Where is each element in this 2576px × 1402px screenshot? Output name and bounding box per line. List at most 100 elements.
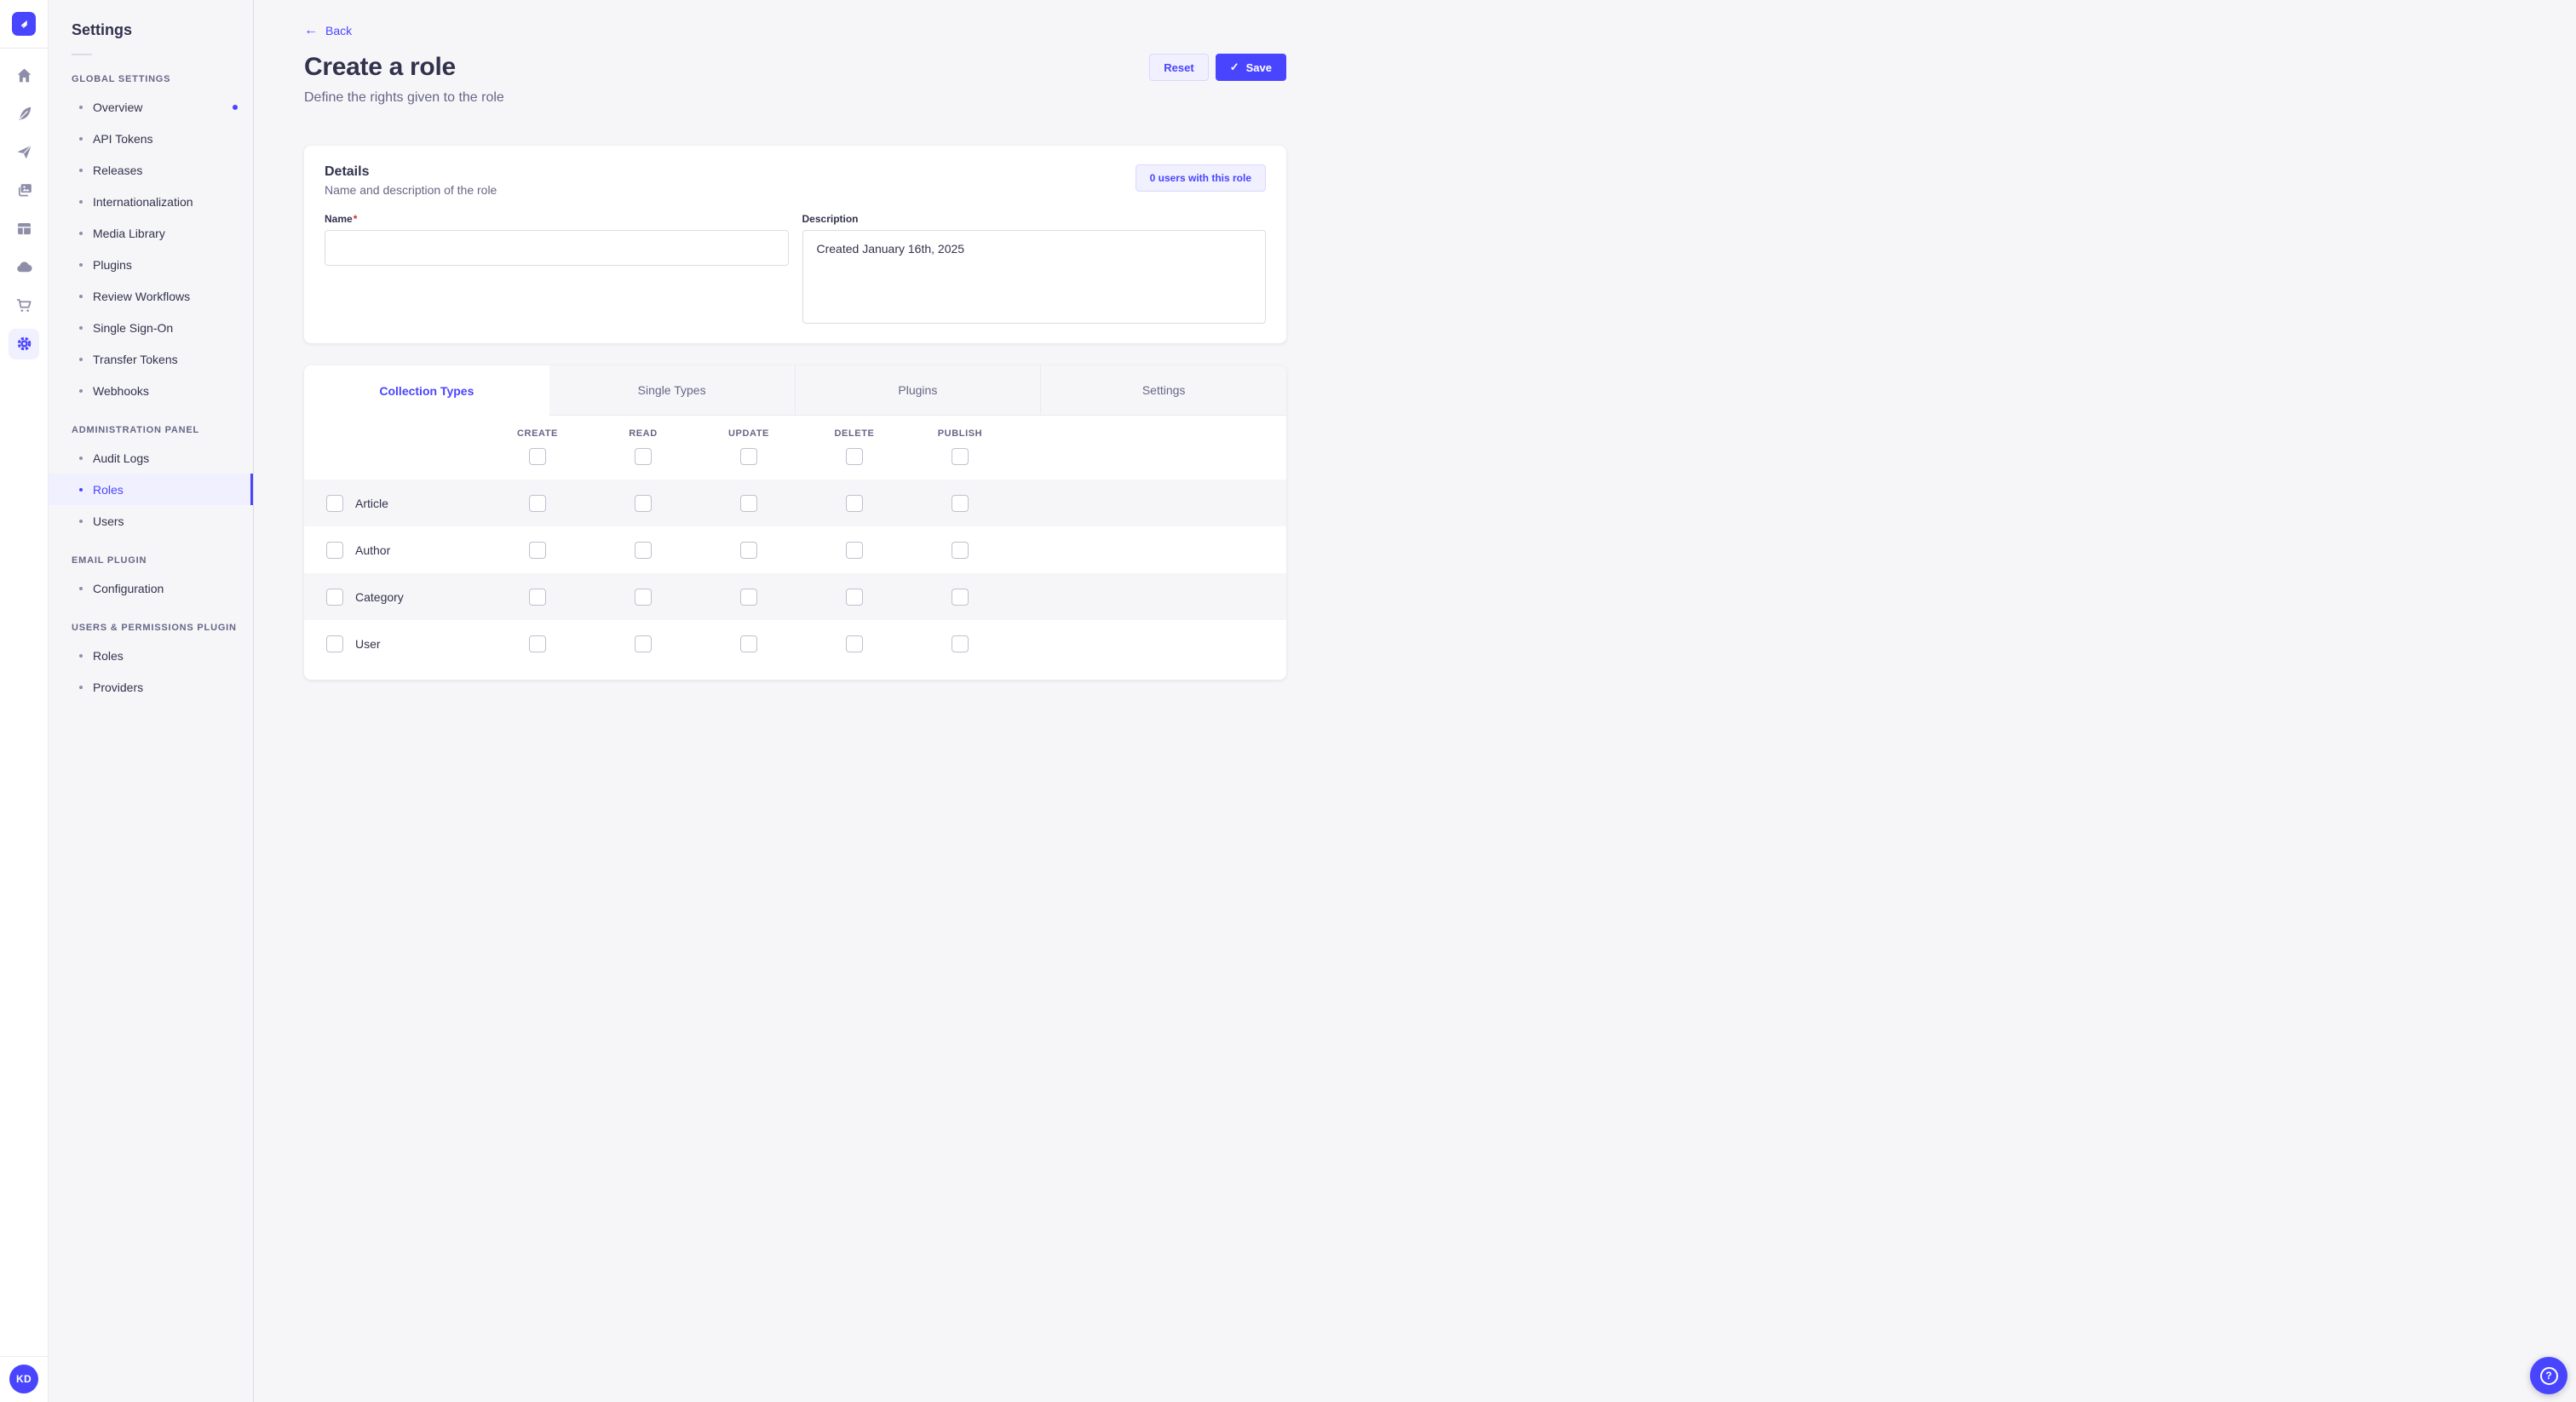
cell-article-update [696,495,802,512]
sidebar-section-email-plugin: EMAIL PLUGINConfiguration [49,547,253,604]
sidebar-item-releases[interactable]: Releases [49,154,253,186]
page-title: Create a role [304,53,456,82]
permissions-rows: ArticleAuthorCategoryUser [304,480,1286,667]
sidebar-item-label: Releases [93,164,142,177]
sidebar-item-roles[interactable]: Roles [49,640,253,671]
save-button[interactable]: ✓ Save [1216,54,1286,81]
bullet-icon [79,169,83,172]
sidebar-item-label: Transfer Tokens [93,353,178,366]
home-icon[interactable] [9,56,39,95]
paper-plane-icon[interactable] [9,133,39,171]
sidebar-item-plugins[interactable]: Plugins [49,249,253,280]
sidebar-item-media-library[interactable]: Media Library [49,217,253,249]
permission-checkbox[interactable] [529,542,546,559]
sidebar-item-configuration[interactable]: Configuration [49,572,253,604]
name-input[interactable] [325,230,789,266]
sidebar-item-api-tokens[interactable]: API Tokens [49,123,253,154]
tab-label: Single Types [638,383,706,397]
strapi-logo-icon [16,16,32,32]
permission-checkbox[interactable] [529,635,546,652]
sidebar-item-label: Users [93,514,124,528]
select-all-read-checkbox[interactable] [635,448,652,465]
row-select-checkbox[interactable] [326,635,343,652]
question-mark-icon: ? [2540,1367,2558,1385]
cell-author-update [696,542,802,559]
column-label: DELETE [835,428,875,439]
sidebar-item-label: Roles [93,649,124,663]
sidebar-item-users[interactable]: Users [49,505,253,537]
bullet-icon [79,686,83,689]
select-all-delete-checkbox[interactable] [846,448,863,465]
sidebar-item-review-workflows[interactable]: Review Workflows [49,280,253,312]
sidebar-item-providers[interactable]: Providers [49,671,253,703]
permission-checkbox[interactable] [846,635,863,652]
sidebar-item-label: Providers [93,681,143,694]
row-select-checkbox[interactable] [326,542,343,559]
column-header-publish: PUBLISH [907,428,1013,465]
permission-checkbox[interactable] [952,589,969,606]
cloud-icon[interactable] [9,248,39,286]
permission-checkbox[interactable] [635,635,652,652]
icon-rail: KD [0,0,49,1402]
page-subtitle: Define the rights given to the role [304,90,1286,106]
cell-author-read [590,542,696,559]
row-select-checkbox[interactable] [326,495,343,512]
permission-checkbox[interactable] [952,495,969,512]
permission-checkbox[interactable] [529,589,546,606]
back-link[interactable]: ← Back [304,24,352,37]
tab-settings[interactable]: Settings [1040,365,1286,416]
permission-checkbox[interactable] [952,542,969,559]
permission-checkbox[interactable] [846,589,863,606]
permission-checkbox[interactable] [635,542,652,559]
tab-label: Collection Types [379,384,474,398]
permission-checkbox[interactable] [529,495,546,512]
permission-checkbox[interactable] [740,495,757,512]
reset-button[interactable]: Reset [1149,54,1208,81]
permission-checkbox[interactable] [740,589,757,606]
sidebar-item-transfer-tokens[interactable]: Transfer Tokens [49,343,253,375]
sidebar-item-internationalization[interactable]: Internationalization [49,186,253,217]
cell-article-delete [802,495,907,512]
layout-icon[interactable] [9,210,39,248]
tab-plugins[interactable]: Plugins [795,365,1041,416]
help-button[interactable]: ? [2530,1357,2567,1394]
tab-label: Settings [1142,383,1186,397]
sidebar-item-webhooks[interactable]: Webhooks [49,375,253,406]
column-label: PUBLISH [938,428,982,439]
permission-checkbox[interactable] [846,542,863,559]
cell-author-publish [907,542,1013,559]
select-all-publish-checkbox[interactable] [952,448,969,465]
strapi-logo[interactable] [12,12,36,36]
row-select-checkbox[interactable] [326,589,343,606]
bullet-icon [79,488,83,491]
user-avatar[interactable]: KD [9,1365,38,1393]
cell-article-create [485,495,590,512]
select-all-update-checkbox[interactable] [740,448,757,465]
cell-category-create [485,589,590,606]
description-textarea[interactable]: Created January 16th, 2025 [802,230,1267,324]
permission-checkbox[interactable] [846,495,863,512]
permission-row-author: Author [304,526,1286,573]
cart-icon[interactable] [9,286,39,325]
row-label-cell: Author [304,542,485,559]
rail-bottom: KD [0,1356,48,1402]
media-library-icon[interactable] [9,171,39,210]
sidebar-item-roles[interactable]: Roles [49,474,253,505]
feather-icon[interactable] [9,95,39,133]
users-with-role-button[interactable]: 0 users with this role [1136,164,1266,192]
select-all-create-checkbox[interactable] [529,448,546,465]
sidebar-item-audit-logs[interactable]: Audit Logs [49,442,253,474]
gear-icon[interactable] [9,329,39,359]
cell-category-delete [802,589,907,606]
tab-single-types[interactable]: Single Types [549,365,795,416]
permission-checkbox[interactable] [635,589,652,606]
sidebar-item-overview[interactable]: Overview [49,91,253,123]
tab-collection-types[interactable]: Collection Types [304,365,549,416]
sidebar-item-single-sign-on[interactable]: Single Sign-On [49,312,253,343]
column-label: READ [629,428,658,439]
required-mark: * [354,213,358,225]
permission-checkbox[interactable] [635,495,652,512]
permission-checkbox[interactable] [740,542,757,559]
permission-checkbox[interactable] [740,635,757,652]
permission-checkbox[interactable] [952,635,969,652]
